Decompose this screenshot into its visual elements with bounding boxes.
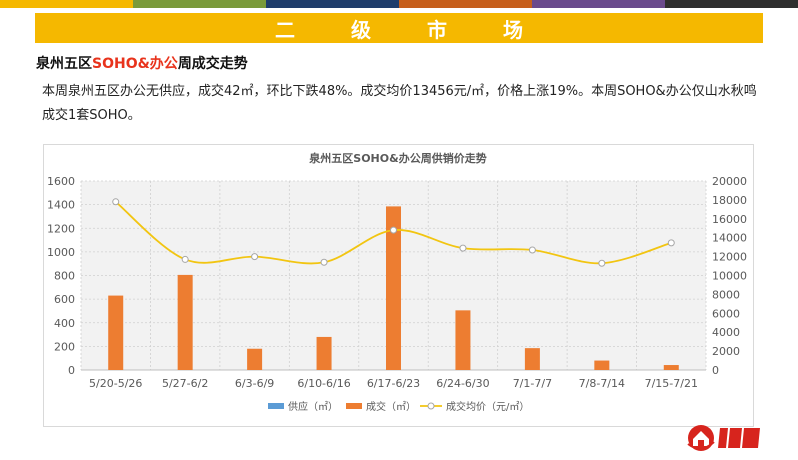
x-tick-label: 5/27-6/2 [162,377,208,390]
point-price [528,246,536,254]
section-title: 泉州五区SOHO&办公周成交走势 [36,53,248,73]
chart-container: 泉州五区SOHO&办公周供销价走势 0 200 400 600 800 1000 1200 1… [43,144,754,427]
y-left-tick-label: 400 [54,317,75,330]
y-right-tick-label: 14000 [712,232,747,245]
section-title-post: 周成交走势 [177,56,248,72]
point-price [598,259,606,267]
point-price [390,226,397,234]
x-tick-label: 6/24-6/30 [436,377,489,390]
top-color-strip [0,0,798,8]
x-tick-label: 6/3-6/9 [235,377,274,390]
y-right-tick-label: 20000 [712,175,747,188]
bar-deal [316,336,332,370]
chart-svg: 泉州五区SOHO&办公周供销价走势 0 200 400 600 800 1000 1200 1… [47,151,747,413]
bar-deal [177,274,193,370]
y-left-tick-label: 800 [54,270,75,283]
strip-segment [665,0,798,8]
y-left-tick-label: 1200 [47,222,75,235]
y-right-tick-label: 8000 [712,288,740,301]
legend-swatch [346,403,362,409]
banner-title: 二级市场 [275,17,579,42]
y-left-tick-label: 200 [54,340,75,353]
chart-title: 泉州五区SOHO&办公周供销价走势 [308,151,486,165]
x-tick-label: 7/8-7/14 [579,377,625,390]
x-tick-label: 6/17-6/23 [367,377,420,390]
point-price [667,239,675,247]
y-left-tick-label: 0 [68,364,75,377]
strip-segment [266,0,399,8]
description-paragraph: 本周泉州五区办公无供应，成交42㎡，环比下跌48%。成交均价13456元/㎡，价… [42,84,757,123]
bar-deal [594,360,610,370]
y-left-tick-label: 1400 [47,199,75,212]
point-price [320,258,328,266]
bar-deal [108,295,124,370]
strip-segment [532,0,665,8]
y-right-tick-label: 6000 [712,307,740,320]
point-price [112,198,120,206]
section-title-highlight: SOHO&办公 [92,56,178,72]
bar-deal [247,348,263,370]
strip-segment [133,0,266,8]
y-right-tick-label: 12000 [712,251,747,264]
brand-logo [687,425,760,451]
y-right-tick-label: 2000 [712,345,740,358]
strip-segment [399,0,532,8]
legend-label: 供应（㎡） [288,400,338,413]
y-right-tick-label: 18000 [712,194,747,207]
y-left-tick-label: 1600 [47,175,75,188]
x-tick-label: 7/1-7/7 [513,377,552,390]
point-price [459,244,467,252]
x-tick-label: 7/15-7/21 [645,377,698,390]
y-left-tick-label: 1000 [47,246,75,259]
y-right-tick-label: 16000 [712,213,747,226]
bar-deal [455,310,471,370]
chart-legend: 供应（㎡） 成交（㎡） 成交均价（元/㎡） [268,400,529,413]
point-price [251,253,259,261]
point-price [181,255,189,263]
legend-label: 成交均价（元/㎡） [446,400,529,413]
x-tick-label: 5/20-5/26 [89,377,142,390]
y-right-tick-label: 0 [712,364,719,377]
legend-label: 成交（㎡） [366,400,416,413]
y-right-tick-label: 4000 [712,326,740,339]
x-tick-label: 6/10-6/16 [297,377,350,390]
section-title-pre: 泉州五区 [36,56,92,72]
bar-deal [663,365,679,370]
section-banner: 二级市场 [35,13,763,43]
legend-marker [427,402,435,410]
y-right-tick-label: 10000 [712,270,747,283]
bar-deal [524,348,540,370]
legend-swatch [268,403,284,409]
y-left-tick-label: 600 [54,293,75,306]
strip-segment [0,0,133,8]
